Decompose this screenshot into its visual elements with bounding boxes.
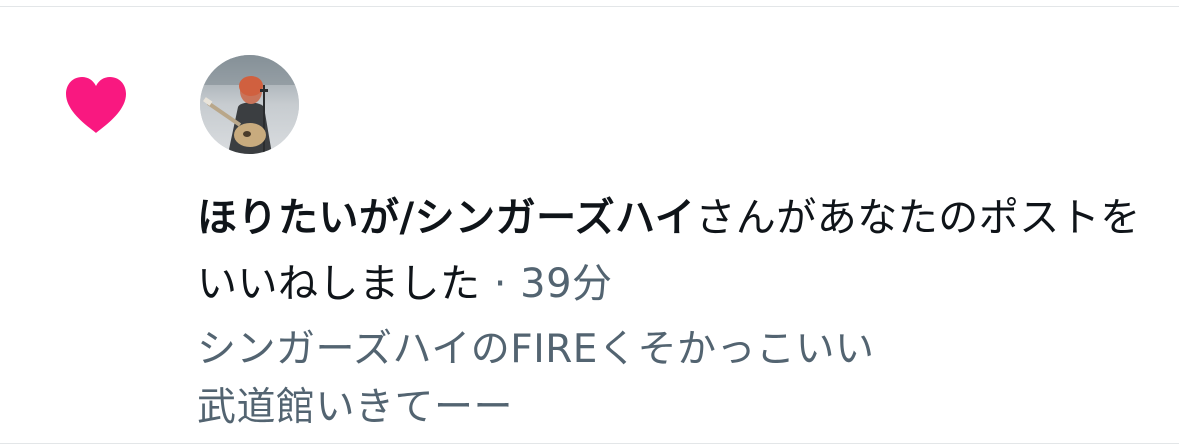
post-line-2: 武道館いきてーー <box>197 385 514 430</box>
separator: · <box>480 261 521 307</box>
username-link[interactable]: ほりたいが/シンガーズハイ <box>197 195 695 241</box>
avatar[interactable] <box>200 55 299 154</box>
post-preview[interactable]: シンガーズハイのFIREくそかっこいい 武道館いきてーー <box>197 321 1147 437</box>
timestamp: 39分 <box>520 261 613 307</box>
like-notification[interactable]: ほりたいが/シンガーズハイさんがあなたのポストをいいねしました · 39分 シン… <box>0 7 1179 443</box>
notification-screen: ほりたいが/シンガーズハイさんがあなたのポストをいいねしました · 39分 シン… <box>0 0 1179 448</box>
notification-body: ほりたいが/シンガーズハイさんがあなたのポストをいいねしました · 39分 シン… <box>197 185 1147 437</box>
post-line-1: シンガーズハイのFIREくそかっこいい <box>197 327 875 372</box>
bottom-divider <box>0 443 1179 444</box>
notification-headline: ほりたいが/シンガーズハイさんがあなたのポストをいいねしました · 39分 <box>197 185 1147 317</box>
heart-icon <box>63 75 129 135</box>
